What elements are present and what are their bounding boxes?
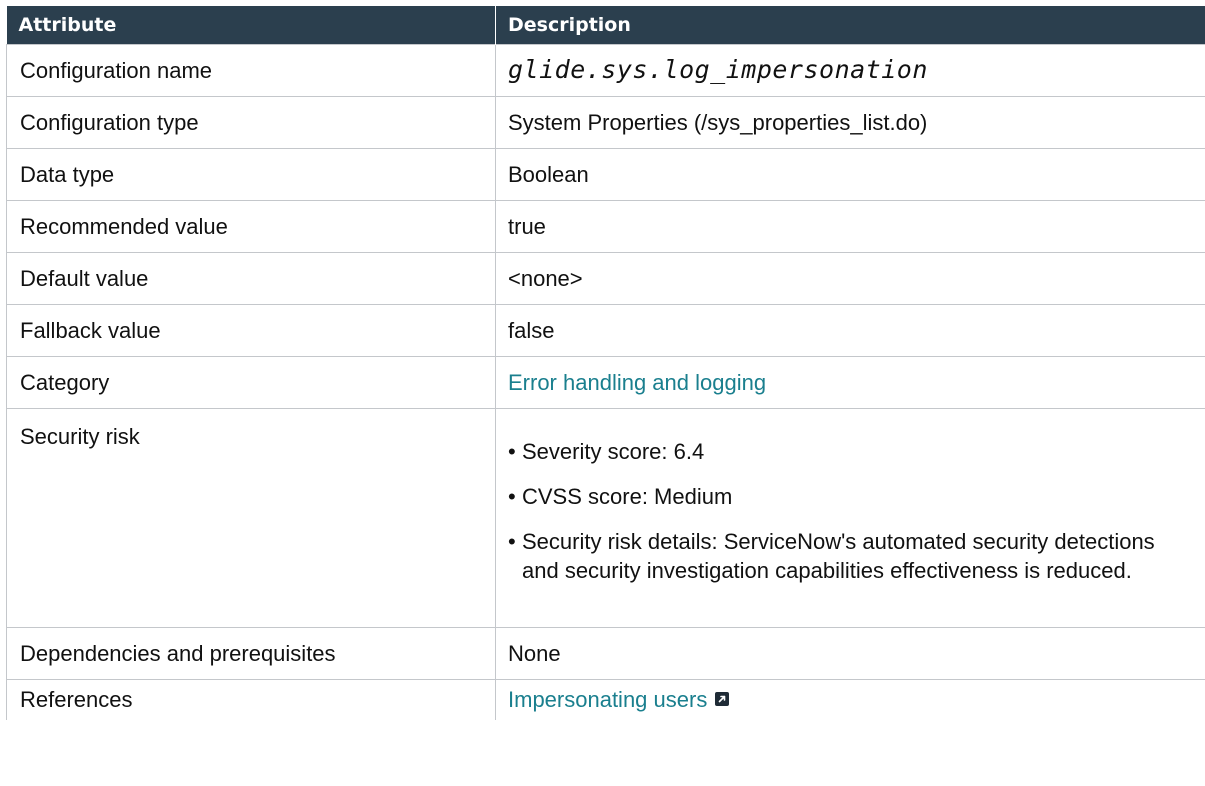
fallback-value-label: Fallback value: [6, 304, 496, 357]
table-row: Category Error handling and logging: [6, 356, 1205, 409]
default-value-value: <none>: [495, 252, 1205, 305]
table-row: Data type Boolean: [6, 148, 1205, 201]
security-risk-list: Severity score: 6.4 CVSS score: Medium S…: [508, 437, 1193, 585]
risk-details-item: Security risk details: ServiceNow's auto…: [508, 527, 1193, 585]
configuration-name-label: Configuration name: [6, 44, 496, 97]
security-risk-label: Security risk: [6, 408, 496, 628]
references-label: References: [6, 679, 496, 720]
configuration-name-value: glide.sys.log_impersonation: [495, 44, 1205, 97]
table-row: Default value <none>: [6, 252, 1205, 305]
dependencies-label: Dependencies and prerequisites: [6, 627, 496, 680]
table-header-row: Attribute Description: [6, 6, 1205, 45]
table-row: Recommended value true: [6, 200, 1205, 253]
configuration-name-code: glide.sys.log_impersonation: [508, 55, 928, 84]
dependencies-value: None: [495, 627, 1205, 680]
impersonating-users-link[interactable]: Impersonating users: [508, 687, 707, 712]
configuration-type-value: System Properties (/sys_properties_list.…: [495, 96, 1205, 149]
category-link[interactable]: Error handling and logging: [508, 370, 766, 395]
recommended-value-label: Recommended value: [6, 200, 496, 253]
table-row: References Impersonating users: [6, 679, 1205, 720]
table-row: Security risk Severity score: 6.4 CVSS s…: [6, 408, 1205, 628]
data-type-label: Data type: [6, 148, 496, 201]
fallback-value-value: false: [495, 304, 1205, 357]
category-label: Category: [6, 356, 496, 409]
external-link-icon[interactable]: [715, 692, 730, 707]
data-type-value: Boolean: [495, 148, 1205, 201]
attribute-column-header: Attribute: [6, 6, 496, 45]
security-risk-value: Severity score: 6.4 CVSS score: Medium S…: [495, 408, 1205, 628]
references-value: Impersonating users: [495, 679, 1205, 720]
configuration-type-label: Configuration type: [6, 96, 496, 149]
table-row: Configuration type System Properties (/s…: [6, 96, 1205, 149]
severity-score-item: Severity score: 6.4: [508, 437, 1193, 466]
recommended-value-value: true: [495, 200, 1205, 253]
category-value: Error handling and logging: [495, 356, 1205, 409]
table-row: Dependencies and prerequisites None: [6, 627, 1205, 680]
table-row: Fallback value false: [6, 304, 1205, 357]
cvss-score-item: CVSS score: Medium: [508, 482, 1193, 511]
attribute-table: Attribute Description Configuration name…: [6, 6, 1205, 720]
description-column-header: Description: [495, 6, 1205, 45]
default-value-label: Default value: [6, 252, 496, 305]
table-row: Configuration name glide.sys.log_imperso…: [6, 44, 1205, 97]
